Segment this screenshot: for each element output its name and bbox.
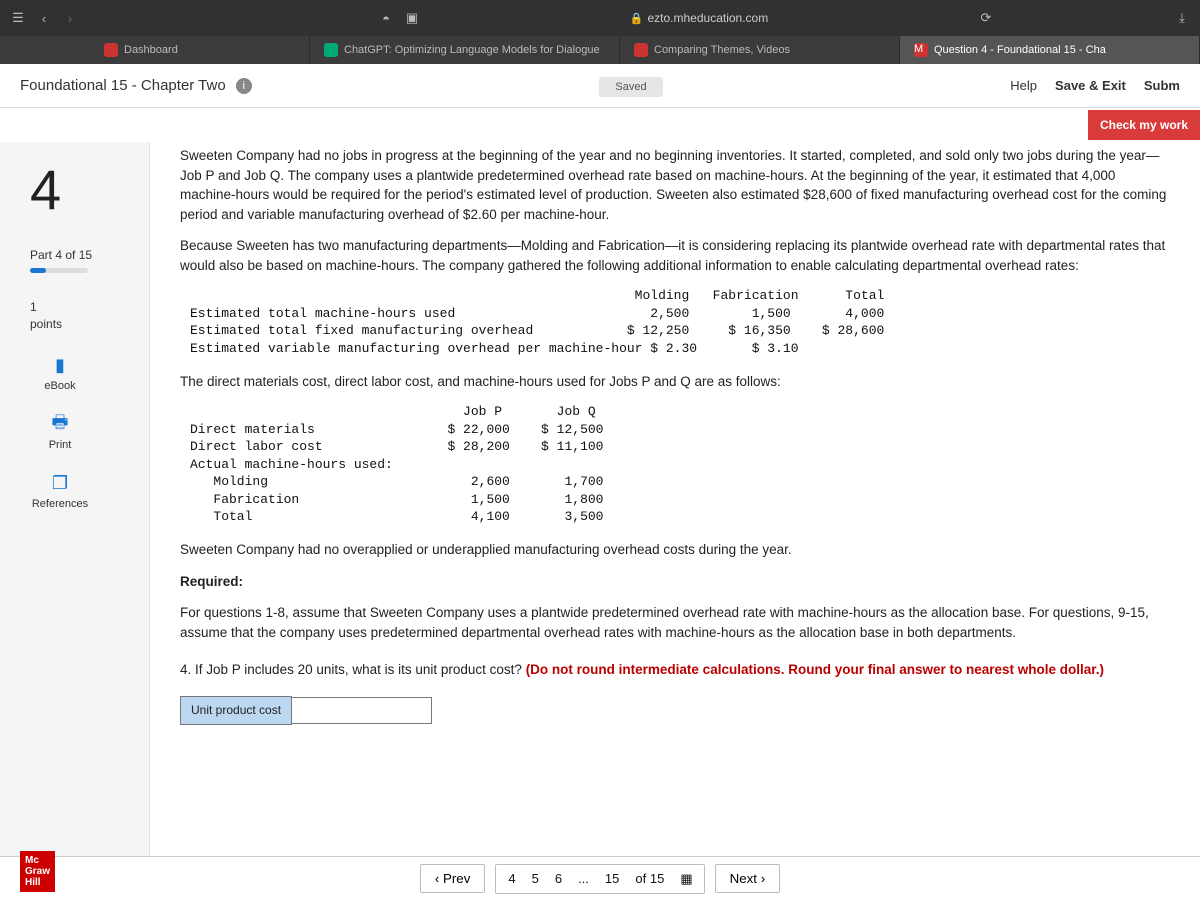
back-icon[interactable]: ‹: [36, 10, 52, 26]
mcgraw-hill-logo: McGrawHill: [20, 851, 55, 892]
tab-favicon-icon: [634, 43, 648, 57]
progress-bar: [30, 268, 88, 273]
question-text: 4. If Job P includes 20 units, what is i…: [180, 660, 1170, 680]
main-area: 4 Part 4 of 15 1 points ▮ eBook 🖶 Print …: [0, 142, 1200, 856]
tab-label: Question 4 - Foundational 15 - Cha: [934, 44, 1106, 56]
answer-row: Unit product cost: [180, 696, 1170, 725]
required-heading: Required:: [180, 572, 1170, 592]
extensions-icon[interactable]: ▣: [404, 10, 420, 26]
page-num[interactable]: 6: [551, 869, 566, 888]
paragraph: Because Sweeten has two manufacturing de…: [180, 236, 1170, 275]
lock-icon: 🔒: [630, 12, 644, 25]
saved-indicator: Saved: [599, 77, 662, 97]
paragraph: The direct materials cost, direct labor …: [180, 372, 1170, 392]
download-icon[interactable]: ⤓: [1174, 10, 1190, 26]
paragraph: Sweeten Company had no overapplied or un…: [180, 540, 1170, 560]
paragraph: Sweeten Company had no jobs in progress …: [180, 146, 1170, 224]
references-label: References: [32, 498, 88, 510]
prev-label: Prev: [443, 871, 470, 886]
ebook-button[interactable]: ▮ eBook: [30, 355, 90, 392]
info-icon[interactable]: i: [236, 78, 252, 94]
question-stem: 4. If Job P includes 20 units, what is i…: [180, 662, 526, 677]
sidebar-toggle-icon[interactable]: ☰: [10, 10, 26, 26]
points-text: points: [30, 317, 62, 331]
print-icon: 🖶: [48, 414, 72, 436]
browser-chrome: ☰ ‹ › ◓ ▣ 🔒 ezto.mheducation.com ⟳ ⤓: [0, 0, 1200, 36]
tab-label: Dashboard: [124, 44, 178, 56]
question-content: Sweeten Company had no jobs in progress …: [150, 142, 1200, 856]
question-hint: (Do not round intermediate calculations.…: [526, 662, 1104, 677]
shield-icon[interactable]: ◓: [378, 10, 394, 26]
reload-icon[interactable]: ⟳: [978, 10, 994, 26]
check-row: Check my work: [0, 108, 1200, 142]
submit-button[interactable]: Subm: [1144, 78, 1180, 93]
required-text: For questions 1-8, assume that Sweeten C…: [180, 603, 1170, 642]
help-link[interactable]: Help: [1010, 78, 1037, 93]
job-cost-table: Job P Job Q Direct materials $ 22,000 $ …: [190, 403, 1170, 526]
prev-button[interactable]: ‹ Prev: [420, 864, 486, 893]
page-num[interactable]: 15: [601, 869, 623, 888]
question-pager: ‹ Prev 4 5 6 ... 15 of 15 ▦ Next ›: [0, 856, 1200, 900]
print-button[interactable]: 🖶 Print: [30, 414, 90, 451]
tab-favicon-icon: M: [914, 43, 928, 57]
page-num[interactable]: 5: [528, 869, 543, 888]
page-numbers[interactable]: 4 5 6 ... 15 of 15 ▦: [495, 864, 704, 894]
tab-favicon-icon: [324, 43, 338, 57]
dept-overhead-table: Molding Fabrication Total Estimated tota…: [190, 287, 1170, 357]
check-my-work-button[interactable]: Check my work: [1088, 110, 1200, 140]
address-bar[interactable]: 🔒 ezto.mheducation.com: [430, 11, 968, 25]
next-label: Next: [730, 871, 757, 886]
book-icon: ▮: [48, 355, 72, 377]
assignment-title: Foundational 15 - Chapter Two: [20, 77, 226, 94]
unit-product-cost-input[interactable]: [292, 697, 432, 724]
url-host: ezto.mheducation.com: [647, 11, 768, 25]
forward-icon: ›: [62, 10, 78, 26]
print-label: Print: [49, 439, 72, 451]
tab-favicon-icon: [104, 43, 118, 57]
tab-question4[interactable]: M Question 4 - Foundational 15 - Cha: [900, 36, 1200, 64]
assignment-header: Foundational 15 - Chapter Two i Saved He…: [0, 64, 1200, 108]
tab-label: ChatGPT: Optimizing Language Models for …: [344, 44, 600, 56]
next-button[interactable]: Next ›: [715, 864, 781, 893]
page-num[interactable]: 4: [504, 869, 519, 888]
part-indicator: Part 4 of 15: [30, 248, 149, 262]
question-sidebar: 4 Part 4 of 15 1 points ▮ eBook 🖶 Print …: [0, 142, 150, 856]
tab-dashboard[interactable]: Dashboard: [90, 36, 310, 64]
points-value: 1: [30, 300, 37, 314]
save-exit-button[interactable]: Save & Exit: [1055, 78, 1126, 93]
browser-tabs: Dashboard ChatGPT: Optimizing Language M…: [0, 36, 1200, 64]
points-label: 1 points: [30, 299, 149, 333]
grid-icon[interactable]: ▦: [676, 869, 695, 889]
answer-label: Unit product cost: [180, 696, 292, 725]
tab-label: Comparing Themes, Videos: [654, 44, 790, 56]
tab-comparing[interactable]: Comparing Themes, Videos: [620, 36, 900, 64]
references-icon: ❐: [48, 473, 72, 495]
tab-chatgpt[interactable]: ChatGPT: Optimizing Language Models for …: [310, 36, 620, 64]
page-ellipsis: ...: [574, 869, 593, 888]
references-button[interactable]: ❐ References: [30, 473, 90, 510]
page-of: of 15: [631, 869, 668, 888]
question-number: 4: [30, 162, 149, 218]
ebook-label: eBook: [44, 380, 75, 392]
